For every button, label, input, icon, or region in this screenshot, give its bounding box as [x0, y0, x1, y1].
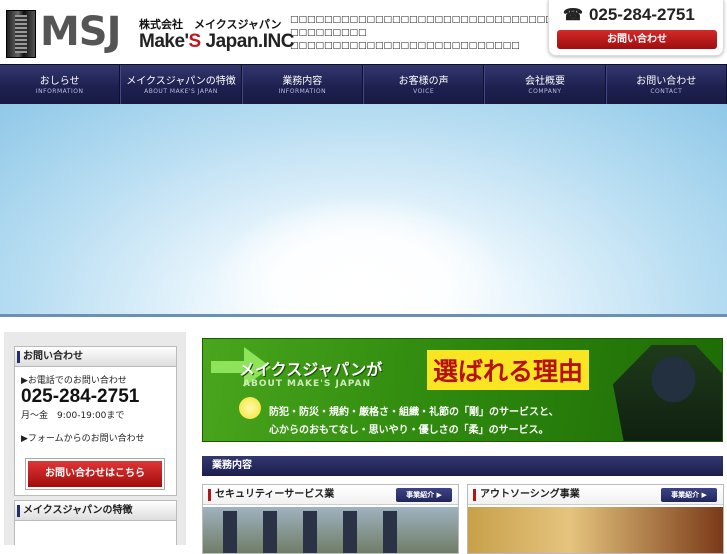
banner-title-2: 選ばれる理由 — [427, 350, 590, 390]
header-contact-box: ☎ 025-284-2751 お問い合わせ — [548, 0, 724, 56]
sidebar-contact-box: お問い合わせ ▶お電話でのお問い合わせ 025-284-2751 月～金 9:0… — [14, 346, 177, 496]
phone-icon: ☎ — [563, 7, 583, 24]
intro-line: □□□□□□□□□□□□□□□□□□□□□□□□□□□□□□□□□□□□□□□□… — [290, 15, 656, 25]
banner-line-2: 心からのおもてなし・思いやり・優しさの「柔」のサービス。 — [269, 425, 549, 436]
company-name-en: Make'S Japan.INC — [139, 31, 294, 52]
nav-item-about[interactable]: メイクスジャパンの特徴 ABOUT MAKE'S JAPAN — [120, 65, 242, 104]
nav-item-contact[interactable]: お問い合わせ CONTACT — [605, 65, 727, 104]
service-detail-button[interactable]: 事業紹介 ▶ — [661, 488, 717, 502]
intro-text: □□□□□□□□□□□□□□□□□□□□□□□□□□□□□□□□□□□□□□□□… — [290, 14, 656, 53]
logo-mark-icon — [6, 10, 36, 58]
banner-title-1: メイクスジャパンが — [239, 360, 383, 379]
intro-line: □□□□□□□□□□□□□□□□□□□□□□□□□□□ — [290, 41, 520, 51]
hero-image — [0, 104, 727, 314]
sidebar-contact-title: お問い合わせ — [15, 347, 176, 367]
header-phone: ☎ 025-284-2751 — [563, 5, 695, 24]
services-heading: 業務内容 — [202, 456, 723, 476]
sidebar-contact-button[interactable]: お問い合わせはこちら — [25, 458, 165, 490]
company-name-ja: 株式会社 メイクスジャパン — [139, 18, 282, 31]
global-nav: おしらせ INFORMATION メイクスジャパンの特徴 ABOUT MAKE'S … — [0, 64, 727, 104]
sidebar-phone: 025-284-2751 — [21, 386, 140, 407]
nav-item-company[interactable]: 会社概要 COMPANY — [484, 65, 606, 104]
service-card-outsourcing: アウトソーシング事業 事業紹介 ▶ — [467, 484, 724, 554]
service-photo — [203, 507, 458, 553]
sidebar: お問い合わせ ▶お電話でのお問い合わせ 025-284-2751 月～金 9:0… — [4, 332, 186, 545]
site-header: MSJ 株式会社 メイクスジャパン Make'S Japan.INC □□□□□… — [0, 0, 727, 64]
logo-text: MSJ — [40, 9, 121, 55]
lightbulb-icon — [239, 397, 261, 419]
sidebar-feature-title[interactable]: メイクスジャパンの特徴 — [15, 501, 176, 521]
sidebar-form-label: ▶フォームからのお問い合わせ — [21, 434, 145, 444]
banner-photo — [613, 345, 722, 441]
intro-line: □□□□□□□□□ — [290, 28, 367, 38]
nav-item-info[interactable]: おしらせ INFORMATION — [0, 65, 121, 104]
sidebar-feature-box: メイクスジャパンの特徴 — [14, 500, 177, 545]
company-logo[interactable]: MSJ 株式会社 メイクスジャパン Make'S Japan.INC — [6, 9, 294, 58]
banner-line-1: 防犯・防災・規約・厳格さ・組織・礼節の「剛」のサービスと、 — [269, 407, 559, 418]
service-card-security: セキュリティーサービス業 事業紹介 ▶ — [202, 484, 459, 554]
header-contact-button[interactable]: お問い合わせ — [557, 30, 717, 49]
service-photo — [468, 507, 723, 553]
nav-item-voice[interactable]: お客様の声 VOICE — [362, 65, 485, 104]
banner-subtitle: ABOUT MAKE'S JAPAN — [243, 379, 372, 389]
about-banner[interactable]: メイクスジャパンが 選ばれる理由 ABOUT MAKE'S JAPAN 防犯・防… — [202, 338, 723, 442]
nav-item-services[interactable]: 業務内容 INFORMATION — [241, 65, 363, 104]
sidebar-hours: 月～金 9:00-19:00まで — [21, 411, 125, 421]
service-detail-button[interactable]: 事業紹介 ▶ — [396, 488, 452, 502]
sidebar-phone-label: ▶お電話でのお問い合わせ — [21, 376, 127, 386]
